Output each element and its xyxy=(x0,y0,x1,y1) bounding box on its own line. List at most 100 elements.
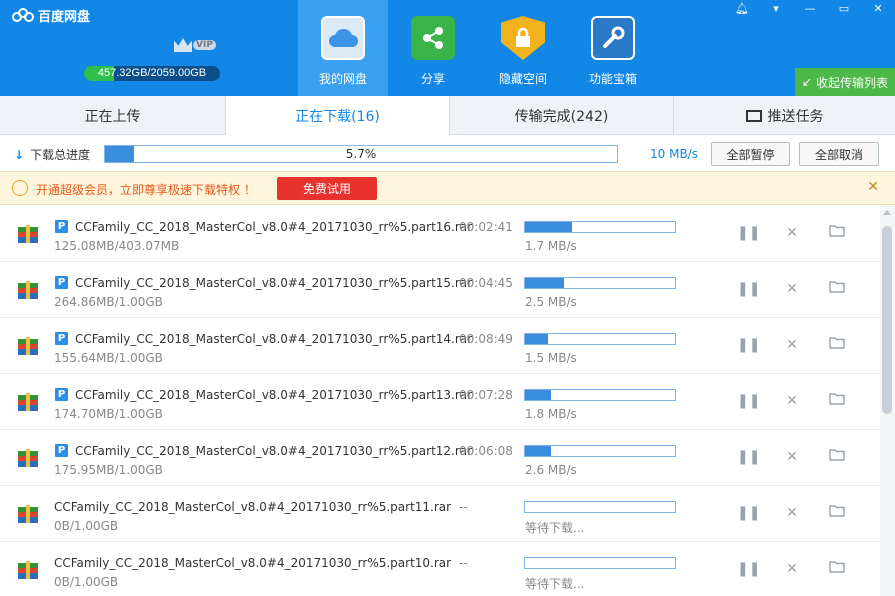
window-controls: 🔔︎ ▾ — ▭ ✕ xyxy=(725,0,895,16)
minimize-icon[interactable]: — xyxy=(793,0,827,16)
file-speed: 等待下载... xyxy=(525,521,585,535)
crown-icon xyxy=(174,38,192,52)
folder-icon[interactable] xyxy=(828,560,846,578)
total-progress-text: 下载总进度 xyxy=(30,148,91,162)
p2p-accel-icon: P xyxy=(55,332,68,345)
storage-used: 457 xyxy=(97,67,117,79)
collapse-transfer-list-button[interactable]: ↙ 收起传输列表 xyxy=(795,68,895,96)
close-icon[interactable]: ✕ xyxy=(867,179,879,195)
folder-icon[interactable] xyxy=(828,336,846,354)
download-list: P CCFamily_CC_2018_MasterCol_v8.0#4_2017… xyxy=(0,206,880,596)
tab-push-tasks-label: 推送任务 xyxy=(767,108,824,125)
tab-downloading[interactable]: 正在下载(16) xyxy=(226,96,450,136)
maximize-icon[interactable]: ▭ xyxy=(827,0,861,16)
time-remaining: 00:02:41 xyxy=(459,220,513,234)
download-row[interactable]: P CCFamily_CC_2018_MasterCol_v8.0#4_2017… xyxy=(0,206,880,262)
file-size: 175.95MB/1.00GB xyxy=(54,463,163,477)
rar-archive-icon xyxy=(17,447,39,469)
nav-share[interactable]: 分享 xyxy=(388,0,478,96)
nav-toolbox[interactable]: 功能宝箱 xyxy=(568,0,658,96)
tab-completed-label: 传输完成(242) xyxy=(514,108,609,125)
cancel-icon[interactable]: ✕ xyxy=(783,392,801,410)
collapse-arrow-icon: ↙ xyxy=(801,75,813,89)
folder-icon[interactable] xyxy=(828,448,846,466)
tab-push-tasks[interactable]: 推送任务 xyxy=(674,96,895,135)
file-progress-fill xyxy=(525,390,551,400)
scroll-up-icon[interactable] xyxy=(883,210,891,215)
download-row[interactable]: P CCFamily_CC_2018_MasterCol_v8.0#4_2017… xyxy=(0,430,880,486)
file-progress-bar xyxy=(524,389,676,401)
cancel-icon[interactable]: ✕ xyxy=(783,280,801,298)
file-progress-bar xyxy=(524,221,676,233)
cancel-icon[interactable]: ✕ xyxy=(783,504,801,522)
nav-hidden-space[interactable]: 隐藏空间 xyxy=(478,0,568,96)
file-progress-bar xyxy=(524,445,676,457)
nav-toolbox-label: 功能宝箱 xyxy=(588,72,637,86)
nav-my-disk-label: 我的网盘 xyxy=(318,72,367,86)
rar-archive-icon xyxy=(17,223,39,245)
download-row[interactable]: P CCFamily_CC_2018_MasterCol_v8.0#4_2017… xyxy=(0,318,880,374)
cloud-icon xyxy=(321,16,365,60)
p2p-accel-icon: P xyxy=(55,220,68,233)
file-progress-bar xyxy=(524,277,676,289)
bell-icon[interactable]: 🔔︎ xyxy=(725,0,759,16)
pause-icon[interactable]: ❚❚ xyxy=(737,392,760,410)
total-progress-bar: 5.7% xyxy=(104,145,618,163)
download-row[interactable]: P CCFamily_CC_2018_MasterCol_v8.0#4_2017… xyxy=(0,262,880,318)
download-row[interactable]: CCFamily_CC_2018_MasterCol_v8.0#4_201710… xyxy=(0,486,880,542)
download-row[interactable]: P CCFamily_CC_2018_MasterCol_v8.0#4_2017… xyxy=(0,374,880,430)
app-header: 百度网盘 VIP 457.32GB/2059.00GB 我的网盘 分享 隐藏空间 xyxy=(0,0,895,96)
time-remaining: 00:08:49 xyxy=(459,332,513,346)
app-logo: 百度网盘 xyxy=(12,6,90,25)
pause-icon[interactable]: ❚❚ xyxy=(737,280,760,298)
file-progress-fill xyxy=(525,278,564,288)
time-remaining: 00:06:08 xyxy=(459,444,513,458)
close-icon[interactable]: ✕ xyxy=(861,0,895,16)
file-name: CCFamily_CC_2018_MasterCol_v8.0#4_201710… xyxy=(75,444,473,458)
file-progress-fill xyxy=(525,334,548,344)
folder-icon[interactable] xyxy=(828,392,846,410)
rar-archive-icon xyxy=(17,335,39,357)
cancel-icon[interactable]: ✕ xyxy=(783,336,801,354)
p2p-accel-icon: P xyxy=(55,444,68,457)
vip-badge[interactable]: VIP xyxy=(174,38,216,52)
pause-icon[interactable]: ❚❚ xyxy=(737,448,760,466)
list-scrollbar[interactable] xyxy=(880,206,895,596)
file-size: 0B/1.00GB xyxy=(54,519,119,533)
pause-all-button[interactable]: 全部暂停 xyxy=(711,142,790,166)
file-name: CCFamily_CC_2018_MasterCol_v8.0#4_201710… xyxy=(75,276,473,290)
pause-icon[interactable]: ❚❚ xyxy=(737,336,760,354)
collapse-label: 收起传输列表 xyxy=(816,75,889,90)
folder-icon[interactable] xyxy=(828,280,846,298)
menu-icon[interactable]: ▾ xyxy=(759,0,793,16)
storage-meter[interactable]: 457.32GB/2059.00GB xyxy=(84,66,220,81)
nav-my-disk[interactable]: 我的网盘 xyxy=(298,0,388,96)
cancel-icon[interactable]: ✕ xyxy=(783,224,801,242)
tab-uploading[interactable]: 正在上传 xyxy=(0,96,226,135)
rar-archive-icon xyxy=(17,279,39,301)
cancel-icon[interactable]: ✕ xyxy=(783,560,801,578)
tab-downloading-label: 正在下载(16) xyxy=(295,109,380,125)
file-size: 174.70MB/1.00GB xyxy=(54,407,163,421)
pause-icon[interactable]: ❚❚ xyxy=(737,560,760,578)
file-speed: 1.5 MB/s xyxy=(525,351,577,365)
vip-promo-banner: 开通超级会员，立即尊享极速下载特权 ！ 免费试用 ✕ xyxy=(0,171,895,205)
baidu-cloud-logo-icon xyxy=(12,7,34,24)
storage-rest: .32GB/2059.00GB xyxy=(116,67,207,79)
scrollbar-thumb[interactable] xyxy=(882,226,892,414)
download-row[interactable]: CCFamily_CC_2018_MasterCol_v8.0#4_201710… xyxy=(0,542,880,596)
tab-completed[interactable]: 传输完成(242) xyxy=(450,96,674,135)
promo-text: 开通超级会员，立即尊享极速下载特权 ！ xyxy=(36,183,256,197)
pause-icon[interactable]: ❚❚ xyxy=(737,224,760,242)
main-nav: 我的网盘 分享 隐藏空间 功能宝箱 xyxy=(298,0,658,96)
pause-icon[interactable]: ❚❚ xyxy=(737,504,760,522)
folder-icon[interactable] xyxy=(828,224,846,242)
cancel-all-button[interactable]: 全部取消 xyxy=(799,142,879,166)
folder-icon[interactable] xyxy=(828,504,846,522)
free-trial-button[interactable]: 免费试用 xyxy=(277,177,377,200)
cancel-icon[interactable]: ✕ xyxy=(783,448,801,466)
app-title: 百度网盘 xyxy=(38,10,91,25)
file-speed: 等待下载... xyxy=(525,577,585,591)
nav-hidden-space-label: 隐藏空间 xyxy=(498,72,547,86)
share-icon xyxy=(411,16,455,60)
